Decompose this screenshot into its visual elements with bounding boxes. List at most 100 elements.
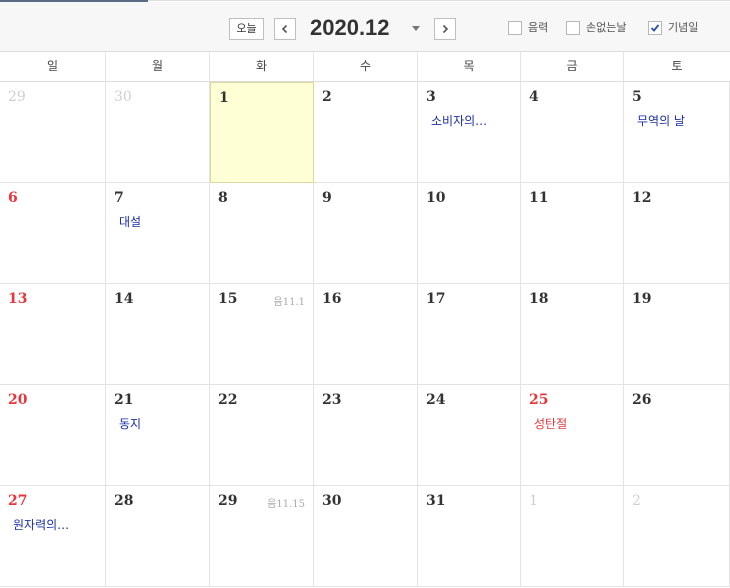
event-label[interactable]: 성탄절 [534,415,567,432]
day-number: 2 [322,89,332,105]
weekday-label: 일 [0,52,106,81]
day-number: 25 [529,392,549,408]
day-cell[interactable]: 21 동지 [106,385,210,486]
day-number: 29 [8,89,26,105]
weekday-label: 화 [210,52,314,81]
day-cell[interactable]: 24 [418,385,521,486]
day-cell[interactable]: 5 무역의 날 [624,82,730,183]
day-number: 22 [218,392,238,408]
day-cell[interactable]: 15 음11.1 [210,284,314,385]
day-cell[interactable]: 8 [210,183,314,284]
day-cell[interactable]: 30 [106,82,210,183]
day-cell[interactable]: 19 [624,284,730,385]
lunar-date: 음11.1 [273,297,305,308]
day-number: 31 [426,493,446,509]
event-label[interactable]: 대설 [119,213,141,230]
day-number: 19 [632,291,652,307]
day-cell[interactable]: 25 성탄절 [521,385,624,486]
day-cell[interactable]: 13 [0,284,106,385]
day-number: 4 [529,89,539,105]
anniversary-checkbox[interactable] [648,21,662,35]
day-cell[interactable]: 18 [521,284,624,385]
day-number: 21 [114,392,134,408]
chevron-right-icon [442,24,449,34]
day-cell[interactable]: 1 [521,486,624,587]
event-label[interactable]: 무역의 날 [637,112,685,129]
checkmark-icon [650,24,660,32]
day-cell[interactable]: 27 원자력의… [0,486,106,587]
month-dropdown-caret-icon[interactable] [412,26,420,31]
day-cell[interactable]: 3 소비자의… [418,82,521,183]
weekday-label: 목 [418,52,521,81]
next-month-button[interactable] [434,18,456,40]
weekday-label: 토 [671,59,683,73]
day-number: 23 [322,392,342,408]
lunar-date: 음11.15 [267,499,305,510]
day-number: 24 [426,392,446,408]
day-cell[interactable]: 11 [521,183,624,284]
day-cell[interactable]: 31 [418,486,521,587]
day-cell[interactable]: 9 [314,183,418,284]
day-number: 10 [426,190,446,206]
day-number: 20 [8,392,28,408]
no-evil-day-checkbox[interactable] [566,21,580,35]
event-label[interactable]: 소비자의… [431,112,487,129]
calendar: 오늘 2020.12 음력 손없는날 기념일 일월화수목금토 29 30 1 2 3 소비… [0,0,730,588]
day-number: 30 [114,89,132,105]
day-cell[interactable]: 7 대설 [106,183,210,284]
weekday-label: 월 [106,52,210,81]
day-cell[interactable]: 10 [418,183,521,284]
weekday-label: 금 [521,52,624,81]
chevron-left-icon [281,24,288,34]
month-title[interactable]: 2020.12 [310,15,390,41]
event-label[interactable]: 동지 [119,415,141,432]
weekday-label: 수 [314,52,418,81]
event-label[interactable]: 원자력의… [13,516,69,533]
day-number: 5 [632,89,642,105]
day-number: 28 [114,493,134,509]
day-number: 13 [8,291,28,307]
day-number: 2 [632,493,641,509]
today-button[interactable]: 오늘 [229,18,264,40]
day-number: 17 [426,291,446,307]
day-number: 14 [114,291,134,307]
day-number: 27 [8,493,28,509]
day-number: 8 [218,190,228,206]
day-number: 11 [529,190,549,206]
day-number: 6 [8,190,18,206]
day-cell[interactable]: 22 [210,385,314,486]
day-number: 29 [218,493,238,509]
day-cell[interactable]: 6 [0,183,106,284]
day-number: 26 [632,392,652,408]
day-number: 15 [218,291,238,307]
day-cell[interactable]: 29 음11.15 [210,486,314,587]
day-cell[interactable]: 16 [314,284,418,385]
day-number: 30 [322,493,342,509]
day-cell[interactable]: 26 [624,385,730,486]
no-evil-day-label: 손없는날 [586,21,627,34]
calendar-header: 오늘 2020.12 음력 손없는날 기념일 [0,2,730,52]
prev-month-button[interactable] [274,18,296,40]
day-cell[interactable]: 4 [521,82,624,183]
day-number: 7 [114,190,124,206]
day-cell[interactable]: 20 [0,385,106,486]
day-cell[interactable]: 28 [106,486,210,587]
anniversary-label: 기념일 [668,21,699,34]
day-cell[interactable]: 29 [0,82,106,183]
lunar-checkbox[interactable] [508,21,522,35]
day-number: 1 [529,493,538,509]
day-number: 9 [322,190,332,206]
day-number: 18 [529,291,549,307]
day-cell[interactable]: 2 [314,82,418,183]
weekday-header: 일월화수목금 토 [0,52,730,82]
day-cell[interactable]: 12 [624,183,730,284]
day-number: 12 [632,190,652,206]
day-cell[interactable]: 1 [210,82,314,183]
day-number: 16 [322,291,342,307]
day-cell[interactable]: 23 [314,385,418,486]
day-number: 3 [426,89,436,105]
day-cell[interactable]: 17 [418,284,521,385]
day-cell[interactable]: 30 [314,486,418,587]
day-cell[interactable]: 2 [624,486,730,587]
day-cell[interactable]: 14 [106,284,210,385]
